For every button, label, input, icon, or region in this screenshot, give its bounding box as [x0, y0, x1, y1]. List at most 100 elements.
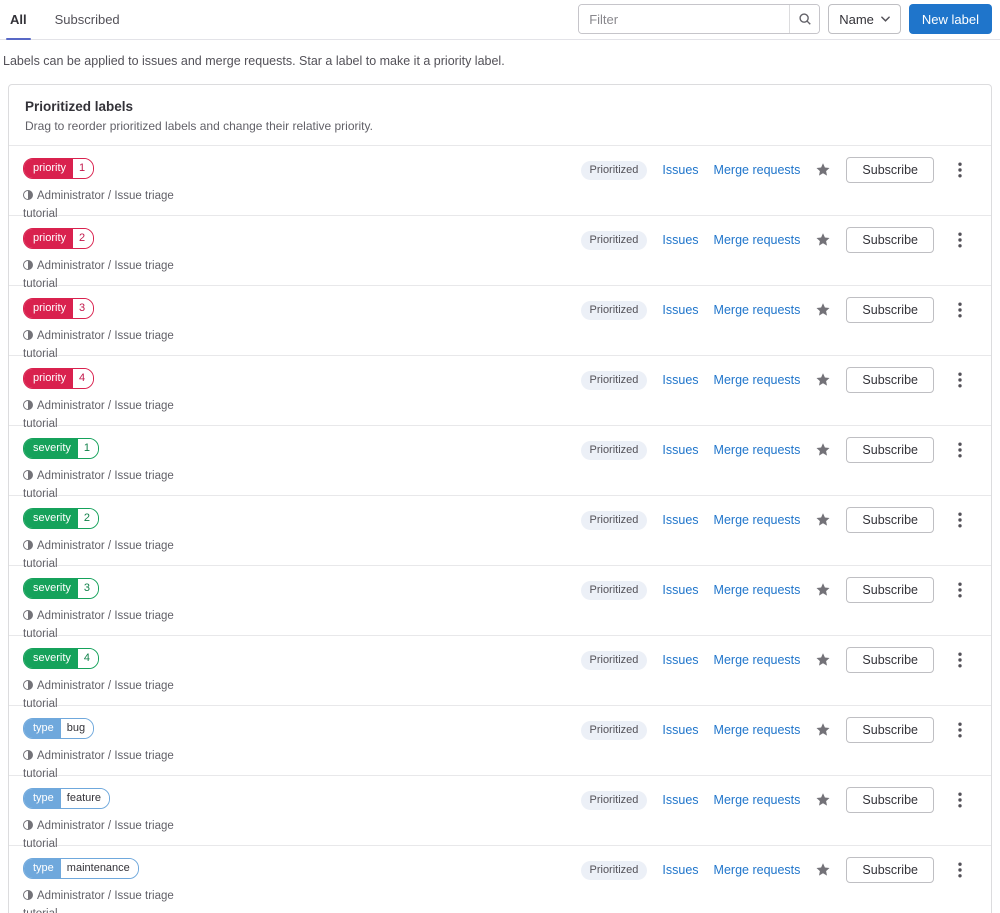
star-icon[interactable] [815, 512, 831, 528]
more-actions-icon[interactable] [949, 228, 971, 252]
more-actions-icon[interactable] [949, 298, 971, 322]
subscribe-button[interactable]: Subscribe [846, 717, 934, 743]
star-icon[interactable] [815, 652, 831, 668]
merge-requests-link[interactable]: Merge requests [714, 513, 801, 527]
subscribe-button[interactable]: Subscribe [846, 367, 934, 393]
merge-requests-link[interactable]: Merge requests [714, 373, 801, 387]
label-row: priority 3 Administrator / Issue triage … [9, 286, 991, 360]
scoped-label-badge[interactable]: type maintenance [23, 858, 139, 879]
labels-toolbar: Name New label [578, 4, 992, 39]
label-actions: Prioritized Issues Merge requests Subscr… [580, 297, 972, 323]
star-icon[interactable] [815, 582, 831, 598]
tab-subscribed-label: Subscribed [54, 12, 120, 27]
subscribe-button[interactable]: Subscribe [846, 297, 934, 323]
subscribe-button[interactable]: Subscribe [846, 857, 934, 883]
tab-all-label: All [10, 12, 27, 27]
scoped-label-badge[interactable]: severity 4 [23, 648, 100, 669]
tab-all[interactable]: All [6, 2, 31, 40]
merge-requests-link[interactable]: Merge requests [714, 723, 801, 737]
merge-requests-link[interactable]: Merge requests [714, 163, 801, 177]
merge-requests-link[interactable]: Merge requests [714, 793, 801, 807]
more-actions-icon[interactable] [949, 788, 971, 812]
label-value: 2 [73, 229, 94, 248]
scoped-label-badge[interactable]: priority 1 [23, 158, 95, 179]
more-actions-icon[interactable] [949, 648, 971, 672]
label-actions: Prioritized Issues Merge requests Subscr… [580, 437, 972, 463]
issues-link[interactable]: Issues [662, 723, 698, 737]
project-path-label: Administrator / Issue triage tutorial [23, 400, 174, 430]
project-path-label: Administrator / Issue triage tutorial [23, 540, 174, 570]
label-info: priority 3 Administrator / Issue triage … [23, 298, 201, 364]
active-tab-indicator [6, 38, 31, 40]
tab-subscribed[interactable]: Subscribed [53, 2, 122, 39]
label-scope: priority [24, 299, 74, 318]
new-label-button[interactable]: New label [908, 4, 992, 34]
merge-requests-link[interactable]: Merge requests [714, 443, 801, 457]
more-actions-icon[interactable] [949, 858, 971, 882]
issues-link[interactable]: Issues [662, 163, 698, 177]
scoped-label-badge[interactable]: priority 2 [23, 228, 95, 249]
label-info: type maintenance Administrator / Issue t… [23, 858, 201, 913]
star-icon[interactable] [815, 372, 831, 388]
label-scope: priority [24, 159, 74, 178]
star-icon[interactable] [815, 722, 831, 738]
merge-requests-link[interactable]: Merge requests [714, 863, 801, 877]
merge-requests-link[interactable]: Merge requests [714, 233, 801, 247]
subscribe-button[interactable]: Subscribe [846, 227, 934, 253]
more-actions-icon[interactable] [949, 718, 971, 742]
filter-input[interactable] [579, 5, 790, 33]
star-icon[interactable] [815, 162, 831, 178]
more-actions-icon[interactable] [949, 578, 971, 602]
subscribe-button[interactable]: Subscribe [846, 437, 934, 463]
issues-link[interactable]: Issues [662, 793, 698, 807]
issues-link[interactable]: Issues [662, 443, 698, 457]
merge-requests-link[interactable]: Merge requests [714, 583, 801, 597]
subscribe-button[interactable]: Subscribe [846, 577, 934, 603]
merge-requests-link[interactable]: Merge requests [714, 653, 801, 667]
prioritized-badge: Prioritized [580, 790, 648, 810]
label-row: severity 1 Administrator / Issue triage … [9, 426, 991, 500]
more-actions-icon[interactable] [949, 438, 971, 462]
star-icon[interactable] [815, 232, 831, 248]
prioritized-labels-card: Prioritized labels Drag to reorder prior… [8, 84, 992, 913]
label-actions: Prioritized Issues Merge requests Subscr… [580, 157, 972, 183]
scoped-label-badge[interactable]: severity 3 [23, 578, 100, 599]
more-actions-icon[interactable] [949, 368, 971, 392]
subscribe-button[interactable]: Subscribe [846, 507, 934, 533]
merge-requests-link[interactable]: Merge requests [714, 303, 801, 317]
scoped-label-badge[interactable]: priority 3 [23, 298, 95, 319]
scoped-label-badge[interactable]: type bug [23, 718, 95, 739]
star-icon[interactable] [815, 862, 831, 878]
subscribe-button[interactable]: Subscribe [846, 647, 934, 673]
search-icon[interactable] [789, 5, 820, 33]
subscribe-button[interactable]: Subscribe [846, 787, 934, 813]
label-scope: priority [24, 369, 74, 388]
more-actions-icon[interactable] [949, 158, 971, 182]
more-actions-icon[interactable] [949, 508, 971, 532]
star-icon[interactable] [815, 442, 831, 458]
prioritized-badge: Prioritized [580, 440, 648, 460]
subscribe-button[interactable]: Subscribe [846, 157, 934, 183]
star-icon[interactable] [815, 302, 831, 318]
issues-link[interactable]: Issues [662, 303, 698, 317]
issues-link[interactable]: Issues [662, 513, 698, 527]
star-icon[interactable] [815, 792, 831, 808]
sort-dropdown-button[interactable]: Name [828, 4, 901, 34]
issues-link[interactable]: Issues [662, 583, 698, 597]
label-value: bug [60, 719, 94, 738]
issues-link[interactable]: Issues [662, 233, 698, 247]
prioritized-badge: Prioritized [580, 510, 648, 530]
prioritized-badge: Prioritized [580, 160, 648, 180]
issues-link[interactable]: Issues [662, 653, 698, 667]
scoped-label-badge[interactable]: priority 4 [23, 368, 95, 389]
scoped-label-badge[interactable]: severity 1 [23, 438, 100, 459]
label-info: severity 2 Administrator / Issue triage … [23, 508, 201, 574]
label-info: priority 4 Administrator / Issue triage … [23, 368, 201, 434]
issues-link[interactable]: Issues [662, 373, 698, 387]
scoped-label-badge[interactable]: severity 2 [23, 508, 100, 529]
project-path: Administrator / Issue triage tutorial [23, 258, 201, 294]
scoped-label-badge[interactable]: type feature [23, 788, 111, 809]
project-path: Administrator / Issue triage tutorial [23, 468, 201, 504]
label-info: type bug Administrator / Issue triage tu… [23, 718, 201, 784]
issues-link[interactable]: Issues [662, 863, 698, 877]
